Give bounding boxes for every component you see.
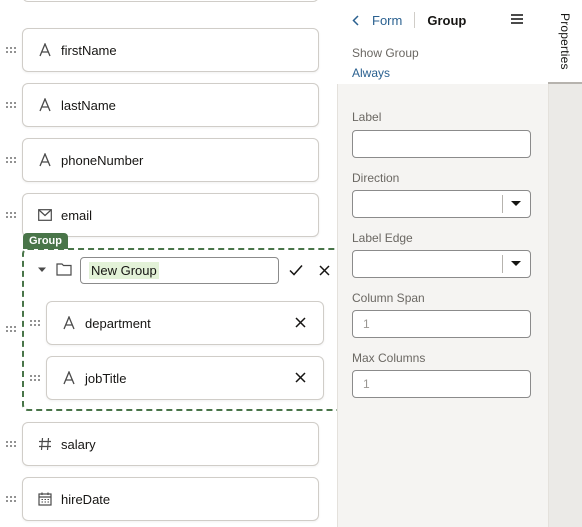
menu-icon[interactable] [511, 14, 523, 24]
field-card-salary[interactable]: salary [22, 422, 319, 466]
caret-down-icon [511, 261, 521, 266]
label-edge-label: Label Edge [352, 231, 413, 245]
remove-icon[interactable] [295, 316, 309, 330]
tab-strip [548, 84, 582, 527]
caret-down-icon [511, 201, 521, 206]
max-columns-value: 1 [363, 377, 370, 391]
check-icon[interactable] [288, 262, 304, 278]
field-label: hireDate [61, 491, 111, 507]
close-icon[interactable] [316, 262, 332, 278]
show-group-value-link[interactable]: Always [352, 66, 390, 80]
breadcrumb-current: Group [427, 12, 467, 28]
select-divider [502, 195, 503, 213]
email-icon [37, 207, 53, 223]
group-name-input[interactable]: New Group [80, 256, 279, 284]
breadcrumb-divider [414, 12, 416, 28]
column-span-label: Column Span [352, 291, 425, 305]
remove-icon[interactable] [295, 371, 309, 385]
direction-label: Direction [352, 171, 400, 185]
field-label: department [85, 315, 151, 331]
field-card-phonenumber[interactable]: phoneNumber [22, 138, 319, 182]
text-icon [37, 152, 53, 168]
field-card-firstname[interactable]: firstName [22, 28, 319, 72]
field-label: lastName [61, 97, 116, 113]
field-label: salary [61, 436, 96, 452]
text-icon [61, 370, 77, 386]
field-label: jobTitle [85, 370, 127, 386]
hash-icon [37, 436, 53, 452]
text-icon [37, 42, 53, 58]
field-card-lastname[interactable]: lastName [22, 83, 319, 127]
field-card-email[interactable]: email [22, 193, 319, 237]
drag-handle-icon[interactable] [6, 441, 18, 451]
text-icon [37, 97, 53, 113]
label-input[interactable] [352, 130, 531, 158]
field-card-hiredate[interactable]: hireDate [22, 477, 319, 521]
group-header: New Group [36, 256, 336, 284]
field-card-jobtitle[interactable]: jobTitle [46, 356, 324, 400]
folder-icon [56, 262, 72, 278]
label-field-label: Label [352, 110, 382, 124]
chevron-down-icon[interactable] [36, 264, 48, 276]
group-name-value: New Group [89, 261, 159, 279]
breadcrumb: Form Group [352, 8, 532, 32]
drag-handle-icon[interactable] [6, 212, 18, 222]
drag-handle-icon[interactable] [6, 47, 18, 57]
field-label: firstName [61, 42, 117, 58]
tab-properties[interactable]: Properties [548, 0, 582, 84]
max-columns-input[interactable]: 1 [352, 370, 531, 398]
field-label: phoneNumber [61, 152, 144, 168]
calendar-icon [37, 491, 53, 507]
chevron-left-icon[interactable] [352, 14, 362, 26]
field-card-department[interactable]: department [46, 301, 324, 345]
max-columns-label: Max Columns [352, 351, 426, 365]
direction-select[interactable] [352, 190, 531, 218]
show-group-label: Show Group [352, 46, 419, 60]
drag-handle-icon[interactable] [6, 326, 18, 336]
field-label: email [61, 207, 93, 223]
breadcrumb-link-form[interactable]: Form [372, 13, 402, 28]
label-edge-select[interactable] [352, 250, 531, 278]
select-divider [502, 255, 503, 273]
drag-handle-icon[interactable] [6, 102, 18, 112]
column-span-input[interactable]: 1 [352, 310, 531, 338]
group-badge: Group [23, 233, 68, 249]
field-card-partial [22, 0, 319, 2]
drag-handle-icon[interactable] [6, 157, 18, 167]
tab-properties-label: Properties [558, 12, 572, 70]
drag-handle-icon[interactable] [6, 496, 18, 506]
text-icon [61, 315, 77, 331]
column-span-value: 1 [363, 317, 370, 331]
